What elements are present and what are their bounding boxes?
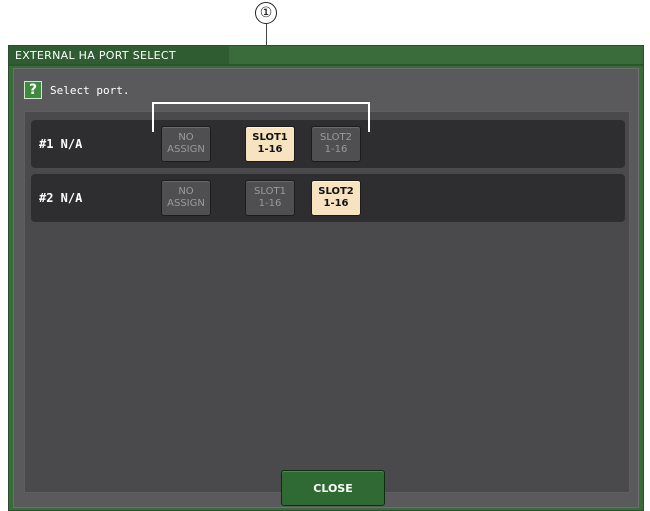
port-row-2: #2 N/A NO ASSIGN SLOT1 1-16 SLOT2 1-16 <box>31 174 625 222</box>
button-line2: 1-16 <box>257 144 283 155</box>
help-row: ? Select port. <box>24 81 129 99</box>
button-line1: SLOT1 <box>252 132 288 143</box>
slot1-button[interactable]: SLOT1 1-16 <box>245 180 295 216</box>
callout-bracket <box>151 101 371 132</box>
window-title: EXTERNAL HA PORT SELECT <box>9 46 229 65</box>
button-line1: SLOT2 <box>318 186 354 197</box>
button-line1: NO <box>178 186 194 197</box>
no-assign-button[interactable]: NO ASSIGN <box>161 180 211 216</box>
close-button[interactable]: CLOSE <box>281 470 385 506</box>
button-line2: ASSIGN <box>167 198 205 209</box>
slot2-button[interactable]: SLOT2 1-16 <box>311 180 361 216</box>
button-line1: SLOT1 <box>254 186 286 197</box>
button-line1: SLOT2 <box>320 132 352 143</box>
button-line2: ASSIGN <box>167 144 205 155</box>
port-row-label: #1 N/A <box>39 137 83 151</box>
title-divider <box>9 64 643 66</box>
button-line1: NO <box>178 132 194 143</box>
help-text: Select port. <box>50 83 130 97</box>
button-line2: 1-16 <box>324 144 348 155</box>
help-icon[interactable]: ? <box>24 81 42 99</box>
window-body: ? Select port. #1 N/A NO ASSIGN SLOT1 1-… <box>13 68 639 508</box>
callout-number-1: ① <box>255 2 277 24</box>
port-list-panel: #1 N/A NO ASSIGN SLOT1 1-16 SLOT2 1-16 #… <box>24 111 630 493</box>
port-row-label: #2 N/A <box>39 191 83 205</box>
button-line2: 1-16 <box>323 198 349 209</box>
button-line2: 1-16 <box>258 198 282 209</box>
